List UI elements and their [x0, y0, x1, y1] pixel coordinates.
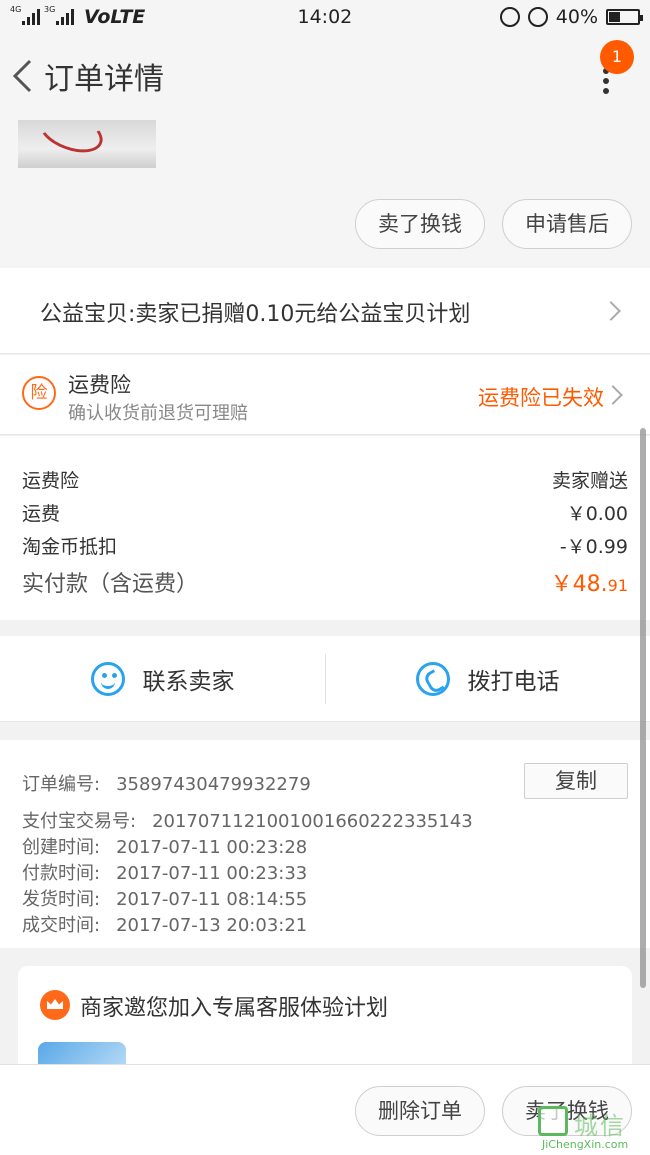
info-value: 35897430479932279 — [116, 774, 311, 795]
volte-label: VoLTE — [84, 6, 146, 28]
phone-icon — [415, 662, 450, 696]
battery-icon — [606, 9, 643, 25]
fee-row: 运费险 卖家赠送 — [22, 466, 628, 493]
nav-bar: 订单详情 1 — [0, 34, 650, 118]
network-type-label-2: 3G — [44, 5, 56, 14]
order-item-section: 卖了换钱 申请售后 — [0, 118, 650, 268]
info-label: 创建时间: — [22, 837, 101, 858]
fee-value: -￥0.99 — [559, 536, 628, 558]
status-time: 14:02 — [297, 6, 353, 28]
watermark-cn-text: 城信 — [574, 1112, 626, 1140]
notification-badge: 1 — [600, 40, 634, 74]
fee-label: 运费险 — [22, 470, 80, 492]
signal-icon-2: 3G — [44, 5, 74, 25]
insurance-title: 运费险 — [68, 373, 131, 397]
created-time-row: 创建时间: 2017-07-11 00:23:28 — [22, 833, 307, 859]
fee-label: 淘金币抵扣 — [22, 536, 118, 558]
insurance-subtitle: 确认收货前退货可理赔 — [68, 403, 248, 424]
status-bar-left: 4G 3G VoLTE — [10, 5, 250, 28]
fee-summary: 运费险 卖家赠送 运费 ￥0.00 淘金币抵扣 -￥0.99 实付款（含运费） … — [0, 436, 650, 620]
shipping-insurance-row[interactable]: 险 运费险 确认收货前退货可理赔 运费险已失效 — [0, 355, 650, 435]
paid-time-row: 付款时间: 2017-07-11 00:23:33 — [22, 859, 307, 885]
delete-order-button[interactable]: 删除订单 — [355, 1086, 485, 1136]
watermark-en-text: JiChengXin.com — [542, 1138, 629, 1151]
info-value: 2017-07-11 00:23:33 — [116, 863, 308, 884]
total-paid-value: ￥48.91 — [551, 566, 628, 598]
fee-label: 运费 — [22, 503, 61, 525]
alarm-icon — [527, 7, 548, 27]
apply-after-sale-button[interactable]: 申请售后 — [502, 199, 632, 249]
contact-seller-button[interactable]: 联系卖家 — [0, 636, 325, 722]
total-paid-decimal: 91 — [607, 576, 628, 595]
status-bar: 4G 3G VoLTE 14:02 40% — [0, 0, 650, 34]
sell-for-cash-button[interactable]: 卖了换钱 — [355, 199, 485, 249]
fee-value: 卖家赠送 — [551, 470, 628, 492]
info-label: 发货时间: — [22, 889, 101, 910]
call-phone-label: 拨打电话 — [467, 669, 560, 695]
info-value: 2017071121001001660222335143 — [152, 811, 473, 832]
network-type-label: 4G — [10, 5, 22, 14]
chevron-right-icon — [603, 385, 623, 405]
info-label: 付款时间: — [22, 863, 101, 884]
contact-bar: 联系卖家 拨打电话 — [0, 636, 650, 722]
scrollbar[interactable] — [640, 428, 646, 988]
insurance-icon: 险 — [22, 376, 56, 410]
chat-icon — [90, 662, 125, 696]
order-number-row: 订单编号: 35897430479932279 — [22, 770, 311, 796]
contact-seller-label: 联系卖家 — [142, 669, 235, 695]
info-label: 成交时间: — [22, 915, 101, 936]
info-value: 2017-07-13 20:03:21 — [116, 915, 308, 936]
back-arrow-icon[interactable] — [10, 58, 34, 94]
watermark-logo-icon — [538, 1106, 568, 1136]
alipay-trade-number-row: 支付宝交易号: 2017071121001001660222335143 — [22, 807, 473, 833]
total-paid-row: 实付款（含运费） ￥48.91 — [22, 566, 628, 598]
crown-icon — [40, 990, 70, 1020]
info-label: 支付宝交易号: — [22, 811, 137, 832]
rotation-lock-icon — [499, 7, 520, 27]
service-plan-title: 商家邀您加入专属客服体验计划 — [80, 996, 389, 1021]
order-info-section: 订单编号: 35897430479932279 复制 支付宝交易号: 2017071… — [0, 740, 650, 948]
info-value: 2017-07-11 00:23:28 — [116, 837, 308, 858]
charity-row[interactable]: 公益宝贝:卖家已捐赠0.10元给公益宝贝计划 — [0, 268, 650, 354]
customer-service-plan-card[interactable]: 商家邀您加入专属客服体验计划 — [18, 966, 632, 1082]
total-paid-main: ￥48. — [550, 572, 608, 597]
fee-row: 运费 ￥0.00 — [22, 499, 628, 526]
fee-row: 淘金币抵扣 -￥0.99 — [22, 532, 628, 559]
signal-icon: 4G — [10, 5, 40, 25]
info-value: 2017-07-11 08:14:55 — [116, 889, 308, 910]
copy-button[interactable]: 复制 — [524, 763, 628, 799]
charity-text: 公益宝贝:卖家已捐赠0.10元给公益宝贝计划 — [40, 302, 471, 327]
total-paid-label: 实付款（含运费） — [22, 572, 199, 597]
page-title: 订单详情 — [44, 62, 164, 97]
site-watermark: 城信 JiChengXin.com — [532, 1100, 650, 1155]
info-label: 订单编号: — [22, 774, 101, 795]
status-bar-right: 40% — [499, 6, 643, 28]
insurance-status: 运费险已失效 — [478, 386, 604, 410]
chevron-right-icon — [601, 301, 621, 321]
product-thumbnail[interactable] — [18, 120, 156, 168]
completed-time-row: 成交时间: 2017-07-13 20:03:21 — [22, 911, 307, 937]
shipped-time-row: 发货时间: 2017-07-11 08:14:55 — [22, 885, 307, 911]
battery-percent: 40% — [555, 6, 598, 28]
call-phone-button[interactable]: 拨打电话 — [325, 636, 650, 722]
fee-value: ￥0.00 — [566, 503, 628, 525]
